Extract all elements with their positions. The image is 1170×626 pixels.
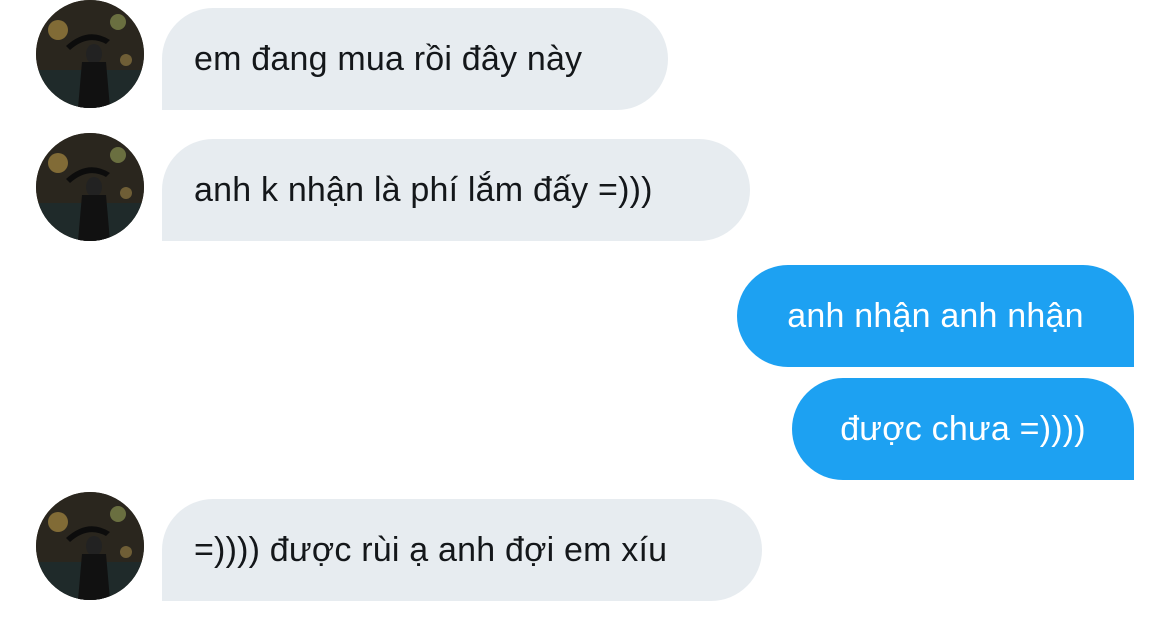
- incoming-message-bubble[interactable]: =)))) được rùi ạ anh đợi em xíu: [162, 499, 762, 601]
- outgoing-message-bubble[interactable]: được chưa =)))): [792, 378, 1134, 480]
- message-text: em đang mua rồi đây này: [194, 39, 583, 78]
- incoming-message-bubble[interactable]: anh k nhận là phí lắm đấy =))): [162, 139, 750, 241]
- contact-avatar[interactable]: [36, 0, 144, 108]
- message-text: anh k nhận là phí lắm đấy =))): [194, 170, 653, 209]
- contact-avatar[interactable]: [36, 133, 144, 241]
- message-text: anh nhận anh nhận: [787, 296, 1084, 335]
- message-text: =)))) được rùi ạ anh đợi em xíu: [194, 530, 668, 569]
- avatar-photo-icon: [36, 0, 144, 108]
- avatar-photo-icon: [36, 492, 144, 600]
- avatar-photo-icon: [36, 133, 144, 241]
- contact-avatar[interactable]: [36, 492, 144, 600]
- incoming-message-bubble[interactable]: em đang mua rồi đây này: [162, 8, 668, 110]
- message-text: được chưa =)))): [840, 409, 1086, 448]
- outgoing-message-bubble[interactable]: anh nhận anh nhận: [737, 265, 1134, 367]
